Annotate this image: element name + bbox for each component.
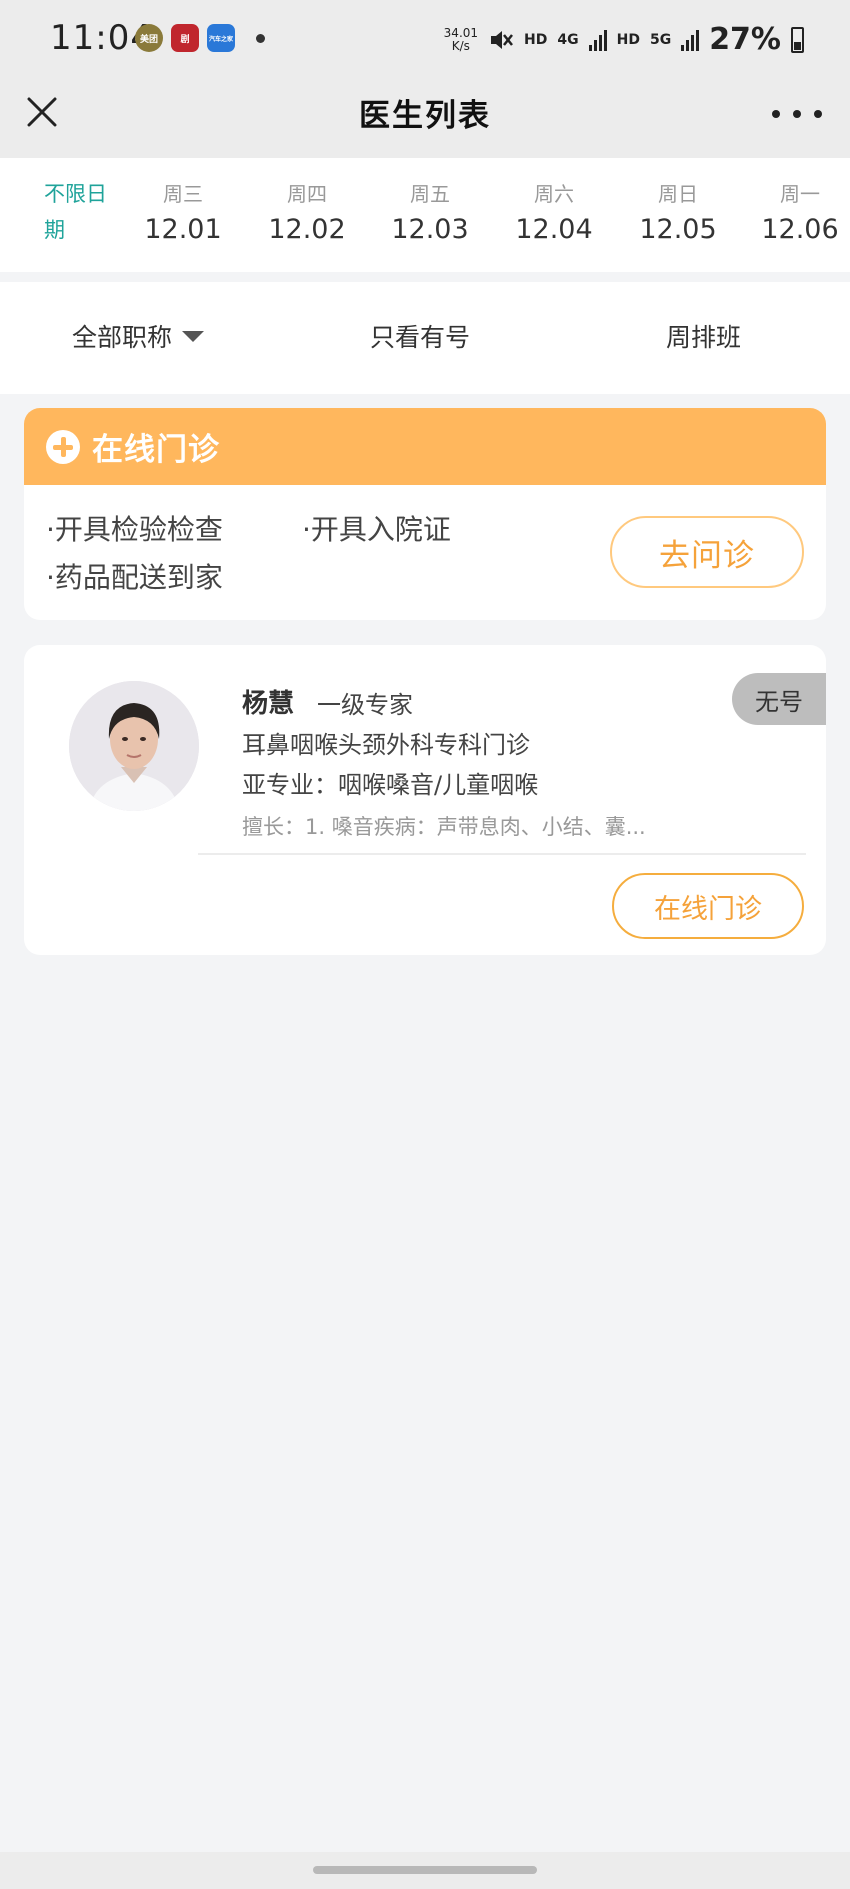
drama-app-icon: 剧 (171, 24, 199, 52)
notification-dot-icon (256, 34, 265, 43)
caret-down-icon (182, 330, 205, 342)
available-only-filter[interactable]: 只看有号 (370, 318, 470, 354)
gesture-bar (0, 1852, 850, 1889)
doctor-photo-icon (69, 681, 199, 811)
more-dot-icon (793, 110, 801, 118)
clinic-feature-item: ·药品配送到家 (46, 561, 223, 594)
net-speed: 34.01 K/s (443, 25, 479, 53)
doctor-card[interactable]: 杨慧 一级专家 耳鼻咽喉头颈外科专科门诊 亚专业：咽喉嗓音/儿童咽喉 擅长：1.… (24, 645, 826, 955)
doctor-title: 一级专家 (317, 691, 413, 719)
date-selector: 不限日期 周三 12.01 周四 12.02 周五 12.03 周六 12.04… (0, 158, 850, 272)
date-item[interactable]: 周六 12.04 (504, 178, 604, 245)
date-value: 12.05 (639, 214, 717, 245)
network-4g-label: 4G (557, 31, 579, 48)
mute-icon (491, 30, 514, 49)
date-item[interactable]: 周日 12.05 (628, 178, 728, 245)
doctor-skill: 擅长：1. 嗓音疾病：声带息肉、小结、囊... (242, 815, 646, 839)
date-weekday: 周三 (163, 182, 203, 206)
date-value: 12.06 (761, 214, 839, 245)
date-item[interactable]: 周三 12.01 (133, 178, 233, 245)
battery-icon (791, 26, 804, 53)
status-indicators: 34.01 K/s HD 4G HD 5G 27% (444, 22, 804, 57)
plus-circle-icon (46, 429, 80, 464)
autohome-app-label: 汽车之家 (208, 35, 233, 43)
battery-percent: 27% (709, 22, 781, 57)
date-value: 12.03 (391, 214, 469, 245)
date-weekday: 周日 (658, 182, 698, 206)
date-item[interactable]: 周一 12.06 (750, 178, 850, 245)
go-consult-button[interactable]: 去问诊 (610, 516, 804, 588)
more-dot-icon (772, 110, 780, 118)
autohome-app-icon: 汽车之家 (207, 24, 235, 52)
clinic-feature-item: ·开具入院证 (302, 513, 451, 546)
date-weekday: 周一 (780, 182, 820, 206)
date-value: 12.04 (515, 214, 593, 245)
meituan-app-icon: 美团 (135, 24, 163, 52)
divider (198, 853, 806, 855)
date-value: 12.02 (268, 214, 346, 245)
date-item[interactable]: 周五 12.03 (380, 178, 480, 245)
net-speed-unit: K/s (451, 38, 470, 53)
network-5g-label: 5G (649, 31, 672, 48)
filter-bar: 全部职称 只看有号 周排班 (0, 282, 850, 394)
online-clinic-title: 在线门诊 (92, 432, 220, 468)
more-dot-icon (814, 110, 822, 118)
date-weekday: 周六 (534, 182, 574, 206)
signal-5g-icon (681, 29, 700, 51)
clinic-feature-item: ·开具检验检查 (46, 513, 223, 546)
date-any-option[interactable]: 不限日期 (44, 176, 124, 248)
nav-bar: 医生列表 (0, 76, 850, 158)
doctor-avatar (69, 681, 199, 811)
online-clinic-card: 在线门诊 ·开具检验检查 ·开具入院证 ·药品配送到家 去问诊 (24, 408, 826, 620)
more-button[interactable] (772, 94, 822, 134)
title-filter-dropdown[interactable]: 全部职称 (72, 318, 205, 354)
date-weekday: 周五 (410, 182, 450, 206)
online-clinic-button[interactable]: 在线门诊 (612, 873, 804, 939)
hd-label-1: HD (524, 31, 548, 48)
online-clinic-header: 在线门诊 (24, 408, 826, 485)
net-speed-value: 34.01 (443, 25, 479, 40)
home-indicator[interactable] (313, 1866, 537, 1874)
status-badge: 无号 (732, 673, 826, 725)
signal-4g-icon (588, 29, 607, 51)
hd-label-2: HD (616, 31, 640, 48)
page-title: 医生列表 (359, 98, 491, 134)
doctor-department: 耳鼻咽喉头颈外科专科门诊 (242, 731, 530, 759)
weekly-schedule-filter[interactable]: 周排班 (666, 318, 741, 354)
date-value: 12.01 (144, 214, 222, 245)
title-filter-label: 全部职称 (72, 323, 173, 352)
date-weekday: 周四 (287, 182, 327, 206)
doctor-subspecialty: 亚专业：咽喉嗓音/儿童咽喉 (242, 771, 539, 799)
doctor-name: 杨慧 (242, 689, 295, 719)
date-item[interactable]: 周四 12.02 (257, 178, 357, 245)
status-bar: 11:04 美团 剧 汽车之家 34.01 K/s HD 4G HD 5G 27… (0, 0, 850, 76)
